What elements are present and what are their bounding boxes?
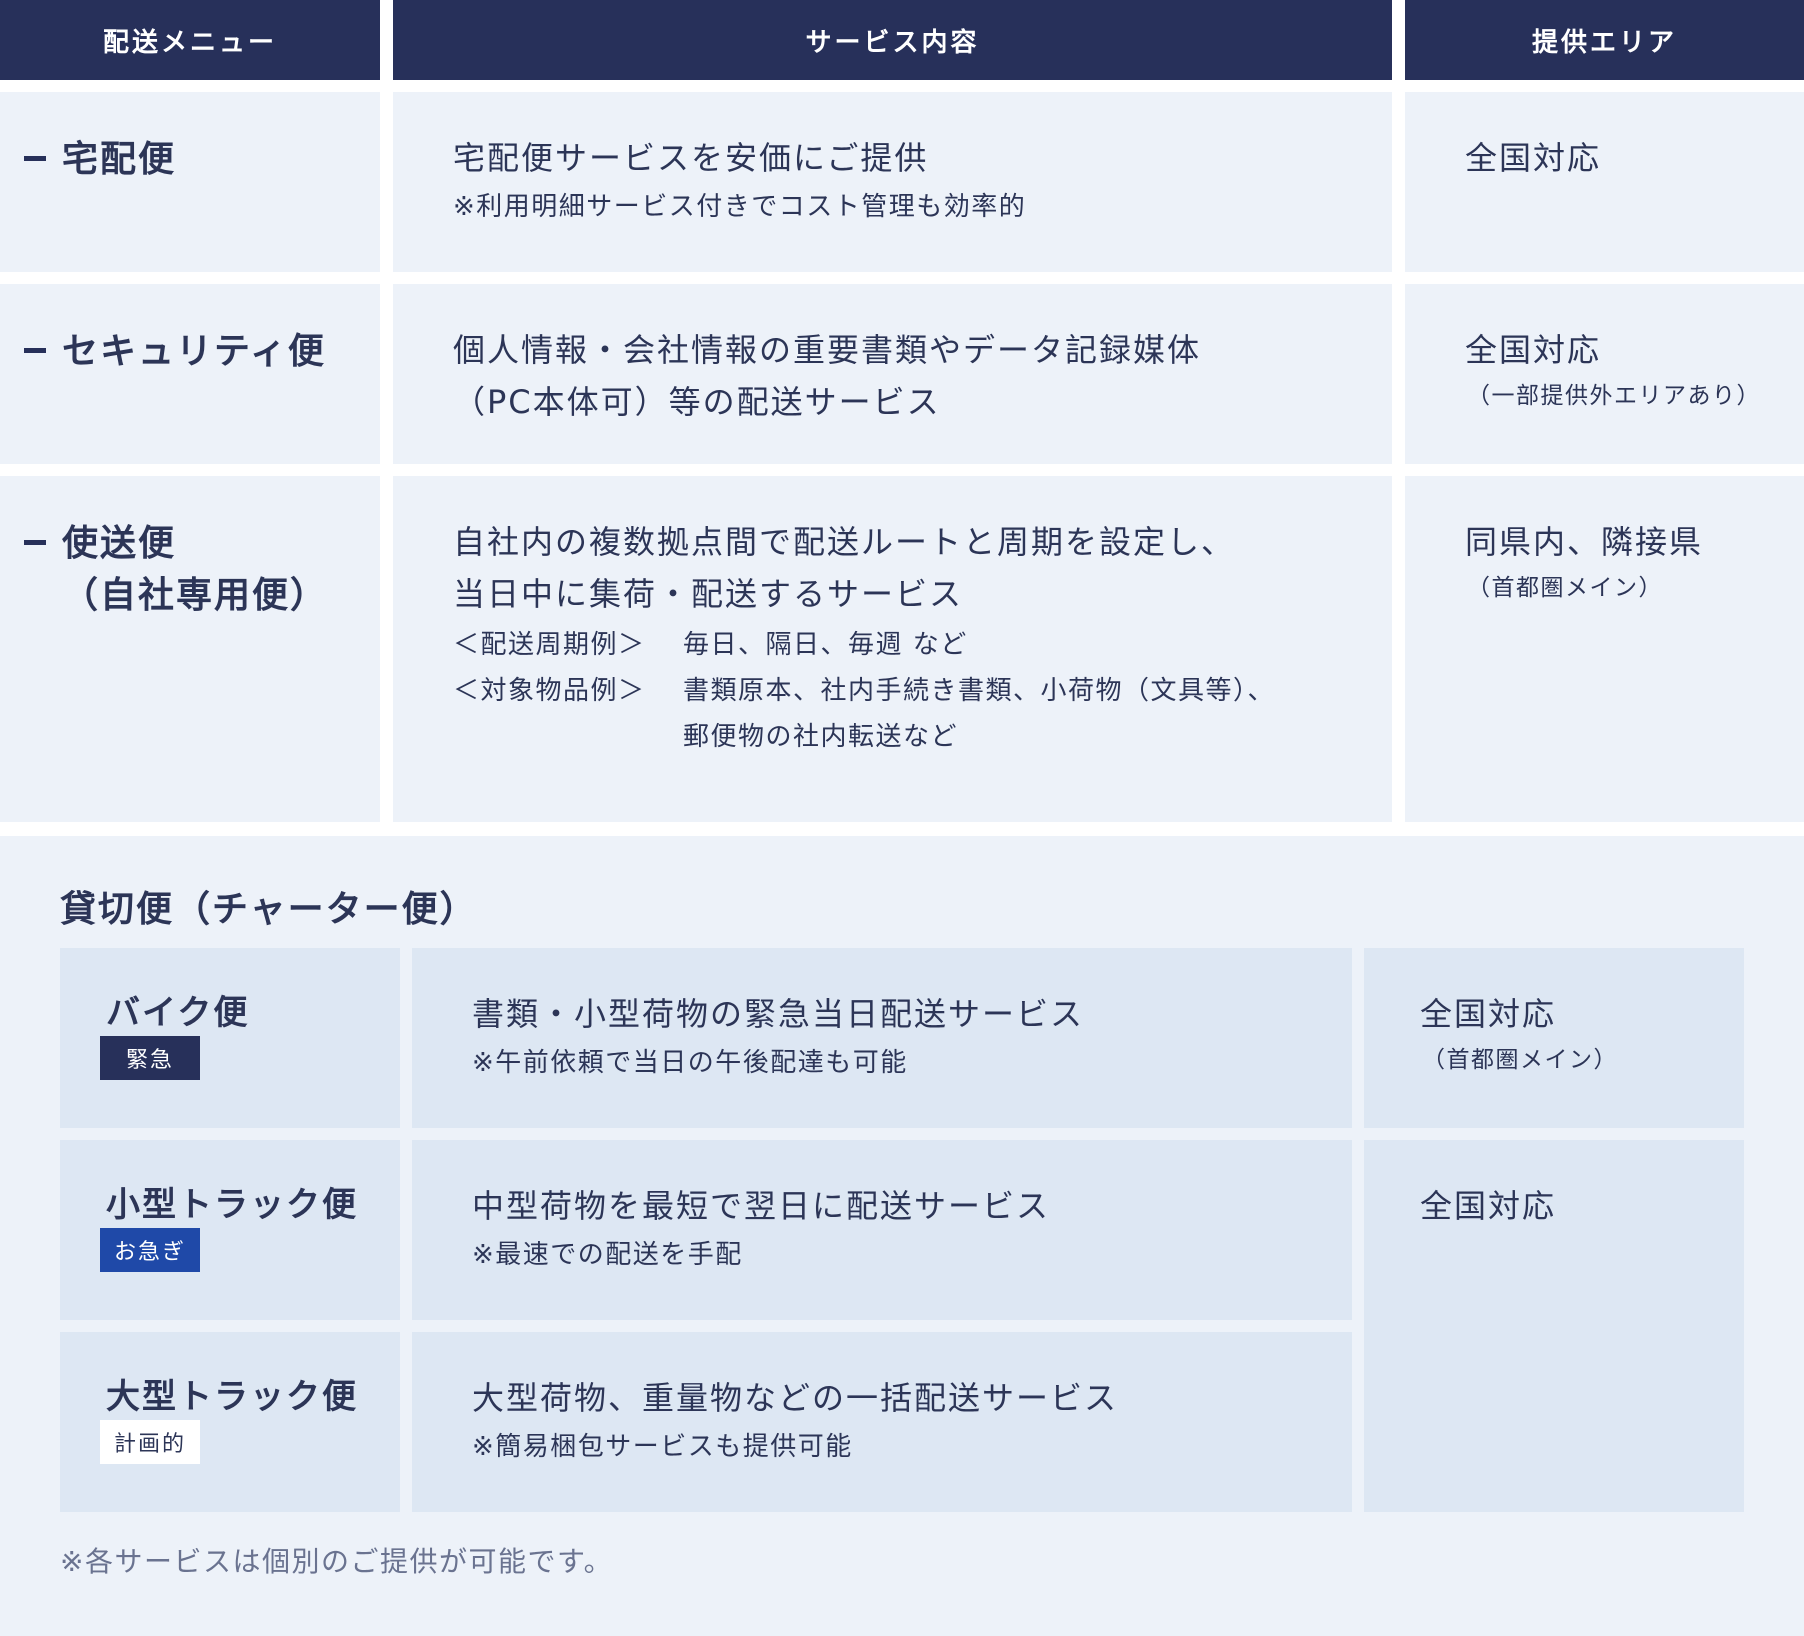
example-value: 郵便物の社内転送など bbox=[683, 722, 959, 752]
charter-name: バイク便 bbox=[106, 993, 250, 1033]
area-note: （首都圏メイン） bbox=[1467, 575, 1663, 601]
dash-icon bbox=[24, 347, 46, 353]
service-note: ※簡易梱包サービスも提供可能 bbox=[472, 1432, 853, 1462]
menu-title: 宅配便 bbox=[24, 134, 176, 186]
service-note: ※午前依頼で当日の午後配達も可能 bbox=[472, 1048, 908, 1078]
row-takuhai-service: 宅配便サービスを安価にご提供 ※利用明細サービス付きでコスト管理も効率的 bbox=[393, 92, 1392, 272]
service-desc: （PC本体可）等の配送サービス bbox=[453, 383, 941, 421]
service-desc: 中型荷物を最短で翌日に配送サービス bbox=[472, 1187, 1051, 1225]
example-row: ＜対象物品例＞ 書類原本、社内手続き書類、小荷物（文具等）、 郵便物の社内転送な… bbox=[453, 668, 1275, 760]
charter-section: 貸切便（チャーター便） バイク便 緊急 書類・小型荷物の緊急当日配送サービス ※… bbox=[0, 836, 1804, 1636]
row-shisou-menu: 使送便 （自社専用便） bbox=[0, 476, 380, 822]
area-note: （一部提供外エリアあり） bbox=[1467, 383, 1761, 409]
area-text: 全国対応 bbox=[1420, 995, 1557, 1033]
planned-badge: 計画的 bbox=[100, 1420, 200, 1464]
charter-name: 小型トラック便 bbox=[106, 1185, 358, 1225]
example-label: ＜対象物品例＞ bbox=[453, 676, 646, 706]
menu-name-sub: （自社専用便） bbox=[62, 575, 329, 616]
urgent-badge: 緊急 bbox=[100, 1036, 200, 1080]
row-takuhai-area: 全国対応 bbox=[1405, 92, 1804, 272]
dash-icon bbox=[24, 539, 46, 545]
header-col-service: サービス内容 bbox=[393, 0, 1392, 80]
row-takuhai-menu: 宅配便 bbox=[0, 92, 380, 272]
service-note: ※利用明細サービス付きでコスト管理も効率的 bbox=[453, 192, 1027, 222]
charter-trucks-area: 全国対応 bbox=[1364, 1140, 1744, 1512]
example-value: 毎日、隔日、毎週 など bbox=[683, 630, 968, 660]
header-col-menu: 配送メニュー bbox=[0, 0, 380, 80]
example-value: 書類原本、社内手続き書類、小荷物（文具等）、 bbox=[683, 676, 1276, 706]
menu-title: セキュリティ便 bbox=[24, 326, 326, 378]
header-col-area: 提供エリア bbox=[1405, 0, 1804, 80]
row-shisou-service: 自社内の複数拠点間で配送ルートと周期を設定し、 当日中に集荷・配送するサービス … bbox=[393, 476, 1392, 822]
area-note: （首都圏メイン） bbox=[1422, 1047, 1618, 1073]
row-security-service: 個人情報・会社情報の重要書類やデータ記録媒体 （PC本体可）等の配送サービス bbox=[393, 284, 1392, 464]
example-row: ＜配送周期例＞ 毎日、隔日、毎週 など bbox=[453, 622, 1275, 668]
menu-name: セキュリティ便 bbox=[62, 331, 326, 372]
charter-title: 貸切便（チャーター便） bbox=[60, 889, 478, 930]
charter-row-small-truck-service: 中型荷物を最短で翌日に配送サービス ※最速での配送を手配 bbox=[412, 1140, 1352, 1320]
service-desc: 自社内の複数拠点間で配送ルートと周期を設定し、 bbox=[453, 523, 1236, 561]
charter-row-bike-area: 全国対応 （首都圏メイン） bbox=[1364, 948, 1744, 1128]
area-text: 全国対応 bbox=[1465, 331, 1602, 369]
area-text: 全国対応 bbox=[1420, 1187, 1557, 1225]
row-security-area: 全国対応 （一部提供外エリアあり） bbox=[1405, 284, 1804, 464]
area-text: 同県内、隣接県 bbox=[1465, 523, 1704, 561]
service-desc: 宅配便サービスを安価にご提供 bbox=[453, 139, 929, 177]
charter-row-small-truck-menu: 小型トラック便 お急ぎ bbox=[60, 1140, 400, 1320]
service-desc: 当日中に集荷・配送するサービス bbox=[453, 575, 964, 613]
example-label: ＜配送周期例＞ bbox=[453, 630, 646, 660]
menu-name: 使送便 bbox=[62, 523, 177, 564]
footnote: ※各サービスは個別のご提供が可能です。 bbox=[60, 1545, 614, 1578]
charter-row-bike-menu: バイク便 緊急 bbox=[60, 948, 400, 1128]
service-desc: 個人情報・会社情報の重要書類やデータ記録媒体 bbox=[453, 331, 1202, 369]
charter-row-bike-service: 書類・小型荷物の緊急当日配送サービス ※午前依頼で当日の午後配達も可能 bbox=[412, 948, 1352, 1128]
area-text: 全国対応 bbox=[1465, 139, 1602, 177]
menu-name: 宅配便 bbox=[62, 139, 177, 180]
row-shisou-area: 同県内、隣接県 （首都圏メイン） bbox=[1405, 476, 1804, 822]
charter-row-large-truck-service: 大型荷物、重量物などの一括配送サービス ※簡易梱包サービスも提供可能 bbox=[412, 1332, 1352, 1512]
hurry-badge: お急ぎ bbox=[100, 1228, 200, 1272]
menu-title: 使送便 （自社専用便） bbox=[24, 518, 328, 622]
service-note: ※最速での配送を手配 bbox=[472, 1240, 743, 1270]
charter-name: 大型トラック便 bbox=[106, 1377, 358, 1417]
service-desc: 大型荷物、重量物などの一括配送サービス bbox=[472, 1379, 1119, 1417]
row-security-menu: セキュリティ便 bbox=[0, 284, 380, 464]
dash-icon bbox=[24, 155, 46, 161]
service-desc: 書類・小型荷物の緊急当日配送サービス bbox=[472, 995, 1085, 1033]
charter-row-large-truck-menu: 大型トラック便 計画的 bbox=[60, 1332, 400, 1512]
